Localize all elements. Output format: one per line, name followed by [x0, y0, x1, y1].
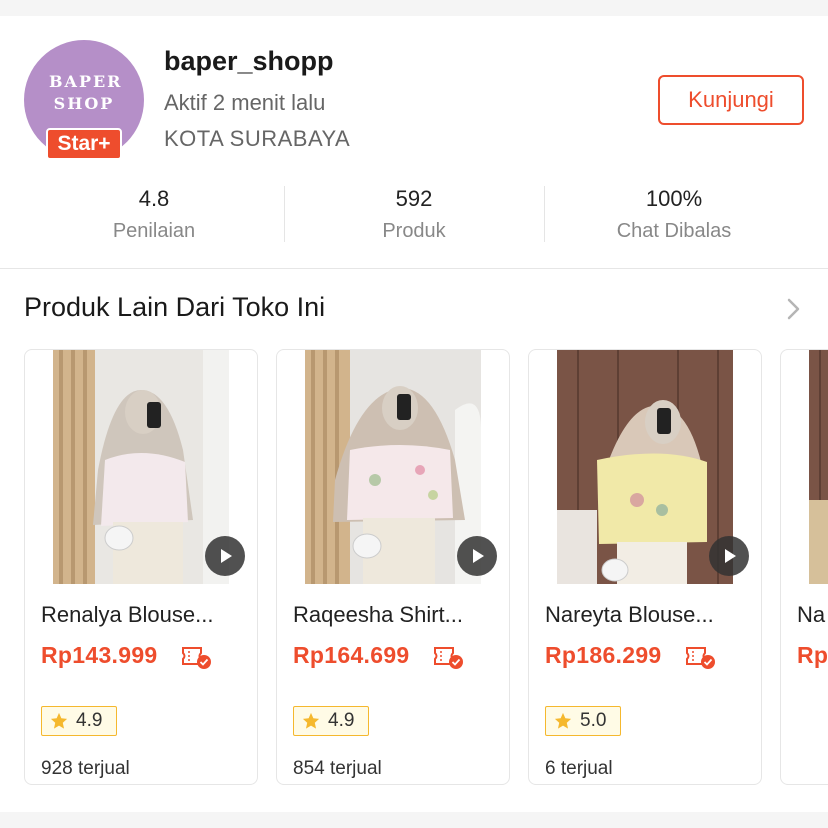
- product-card[interactable]: Nareyta Blouse... Rp186.299 5.0 6 terjua…: [528, 349, 762, 785]
- star-icon: [50, 712, 68, 729]
- sold-count: 6 terjual: [545, 758, 613, 779]
- stat-products-label: Produk: [382, 220, 446, 242]
- star-plus-badge: Star+: [46, 128, 122, 160]
- play-icon[interactable]: [457, 536, 497, 576]
- product-card[interactable]: Renalya Blouse... Rp143.999 4.9 928 terj…: [24, 349, 258, 785]
- star-icon: [554, 712, 572, 729]
- star-icon: [302, 712, 320, 729]
- shop-location: KOTA SURABAYA: [164, 126, 351, 151]
- product-image[interactable]: [557, 350, 733, 584]
- shop-card: BAPER SHOP Star+ baper_shopp Aktif 2 men…: [0, 16, 828, 812]
- sold-count: 928 terjual: [41, 758, 130, 779]
- product-name: Na: [797, 602, 826, 627]
- voucher-icon: [434, 647, 463, 669]
- product-name: Nareyta Blouse...: [545, 602, 714, 627]
- product-price: Rp186.299: [545, 642, 662, 668]
- shop-active-status: Aktif 2 menit lalu: [164, 90, 326, 115]
- stat-chat: 100% Chat Dibalas: [544, 184, 804, 243]
- product-card[interactable]: Na Rp: [780, 349, 828, 785]
- shop-stats: 4.8 Penilaian 592 Produk 100% Chat Dibal…: [24, 184, 804, 244]
- section-title: Produk Lain Dari Toko Ini: [24, 292, 326, 322]
- visit-shop-button[interactable]: Kunjungi: [658, 75, 804, 125]
- stat-products-value: 592: [395, 186, 433, 211]
- rating-value: 5.0: [580, 710, 607, 731]
- stat-rating-value: 4.8: [138, 186, 170, 211]
- product-card[interactable]: Raqeesha Shirt... Rp164.699 4.9 854 terj…: [276, 349, 510, 785]
- stat-chat-label: Chat Dibalas: [616, 220, 732, 242]
- product-image[interactable]: [53, 350, 229, 584]
- play-icon[interactable]: [205, 536, 245, 576]
- product-name: Raqeesha Shirt...: [293, 602, 463, 627]
- rating-value: 4.9: [76, 710, 103, 731]
- voucher-icon: [182, 647, 211, 669]
- voucher-icon: [686, 647, 715, 669]
- stat-rating-label: Penilaian: [112, 220, 196, 242]
- shop-name[interactable]: baper_shopp: [164, 46, 334, 77]
- product-price: Rp143.999: [41, 642, 158, 668]
- rating-badge: 4.9: [41, 706, 117, 736]
- avatar-logo-text: BAPER SHOP: [49, 72, 123, 113]
- play-icon[interactable]: [709, 536, 749, 576]
- product-name: Renalya Blouse...: [41, 602, 214, 627]
- stat-chat-value: 100%: [645, 186, 703, 211]
- product-image[interactable]: [305, 350, 481, 584]
- section-divider: [0, 268, 828, 269]
- rating-value: 4.9: [328, 710, 355, 731]
- chevron-right-icon[interactable]: [782, 296, 804, 322]
- stat-rating: 4.8 Penilaian: [24, 184, 284, 243]
- bottom-spacer: [0, 812, 828, 828]
- product-price: Rp164.699: [293, 642, 410, 668]
- product-price: Rp: [797, 642, 828, 668]
- stat-products: 592 Produk: [284, 184, 544, 243]
- rating-badge: 5.0: [545, 706, 621, 736]
- rating-badge: 4.9: [293, 706, 369, 736]
- sold-count: 854 terjual: [293, 758, 382, 779]
- product-image[interactable]: [809, 350, 828, 584]
